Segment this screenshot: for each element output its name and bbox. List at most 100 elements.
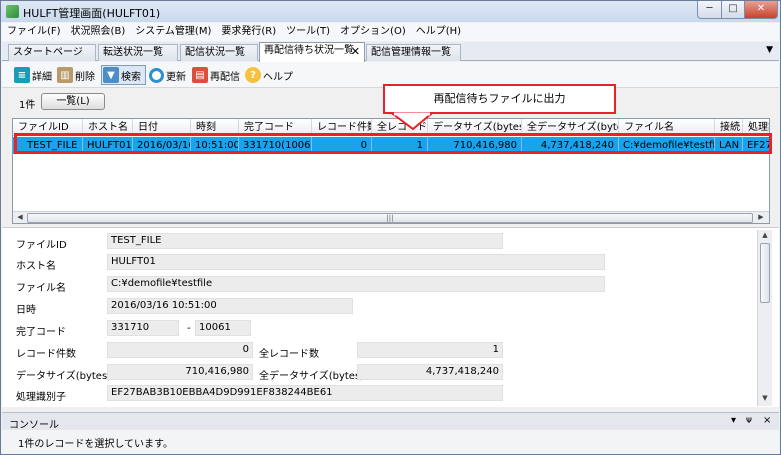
tab-label: スタートページ — [13, 47, 83, 58]
maximize-button[interactable]: □ — [721, 1, 745, 19]
col-data-size[interactable]: データサイズ(bytes) — [428, 119, 522, 136]
close-icon[interactable]: ✕ — [351, 44, 360, 59]
tab-strip: スタートページ 転送状況一覧 配信状況一覧 再配信待ち状況一覧 ✕ 配信管理情報… — [2, 42, 779, 62]
search-button[interactable]: ▼ 検索 — [101, 65, 146, 85]
data-size-label: データサイズ(bytes) — [16, 371, 112, 382]
col-file-id[interactable]: ファイルID — [13, 119, 83, 136]
menu-file[interactable]: ファイル(F) — [2, 23, 66, 41]
resend-button[interactable]: ▤ 再配信 — [192, 65, 240, 85]
tab-start-page[interactable]: スタートページ — [8, 44, 96, 61]
filter-icon: ▼ — [103, 67, 119, 83]
console-close-icon[interactable]: × — [763, 415, 771, 426]
grid-header: ファイルID ホスト名 日付 時刻 完了コード レコード件数 全レコード数 デー… — [13, 119, 769, 136]
code-separator: - — [187, 323, 191, 334]
proc-id-field: EF27BAB3B10EBBA4D9D991EF838244BE61 — [107, 385, 503, 401]
cell-records: 0 — [312, 137, 372, 154]
menu-options[interactable]: オプション(O) — [335, 23, 411, 41]
cell-total-data-size: 4,737,418,240 — [522, 137, 619, 154]
console-pin-icon[interactable]: ▾ — [731, 415, 736, 426]
col-total-records[interactable]: 全レコード数 — [372, 119, 428, 136]
col-code[interactable]: 完了コード — [239, 119, 312, 136]
app-icon — [6, 5, 19, 18]
grid-horizontal-scrollbar[interactable]: ◀ ||| ▶ — [13, 211, 769, 223]
refresh-icon — [149, 67, 164, 83]
help-button[interactable]: ? ヘルプ — [245, 65, 293, 85]
detail-button[interactable]: ≡ 詳細 — [14, 65, 52, 85]
total-data-size-field: 4,737,418,240 — [357, 364, 503, 380]
help-icon: ? — [245, 67, 261, 83]
record-count: 1件 — [19, 100, 36, 111]
col-file-name[interactable]: ファイル名 — [619, 119, 715, 136]
cell-file-id: TEST_FILE — [13, 137, 83, 154]
tab-label: 転送状況一覧 — [103, 47, 163, 58]
scroll-left-icon[interactable]: ◀ — [14, 212, 26, 223]
minimize-button[interactable]: ─ — [697, 1, 722, 19]
menu-status[interactable]: 状況照会(B) — [66, 23, 131, 41]
scroll-up-icon[interactable]: ▲ — [758, 231, 772, 242]
menu-tools[interactable]: ツール(T) — [281, 23, 335, 41]
search-label: 検索 — [121, 71, 141, 83]
console-header: コンソール ▾ ᴪ × — [2, 412, 779, 431]
cell-date: 2016/03/16 — [133, 137, 191, 154]
record-grid[interactable]: ファイルID ホスト名 日付 時刻 完了コード レコード件数 全レコード数 デー… — [12, 118, 770, 224]
total-records-field: 1 — [357, 342, 503, 358]
tab-label: 配信状況一覧 — [185, 47, 245, 58]
col-connection[interactable]: 接続 — [715, 119, 743, 136]
tab-label: 再配信待ち状況一覧 — [264, 45, 354, 56]
datetime-label: 日時 — [16, 305, 36, 316]
total-records-label: 全レコード数 — [259, 349, 319, 360]
cell-code: 331710(10061) — [239, 137, 312, 154]
cell-total-records: 1 — [372, 137, 428, 154]
cell-data-size: 710,416,980 — [428, 137, 522, 154]
col-date[interactable]: 日付 — [133, 119, 191, 136]
proc-id-label: 処理識別子 — [16, 392, 66, 403]
scroll-down-icon[interactable]: ▼ — [758, 394, 772, 405]
annotation-callout: 再配信待ちファイルに出力 — [383, 84, 616, 114]
menu-request[interactable]: 要求発行(R) — [216, 23, 281, 41]
detail-label: 詳細 — [32, 71, 52, 83]
cell-proc-id: EF27B — [747, 140, 769, 151]
delete-button[interactable]: ▥ 削除 — [57, 65, 95, 85]
records-label: レコード件数 — [16, 349, 76, 360]
col-total-data-size[interactable]: 全データサイズ(bytes) — [522, 119, 619, 136]
menu-help[interactable]: ヘルプ(H) — [411, 23, 466, 41]
cell-connection: LAN — [715, 137, 743, 154]
filename-label: ファイル名 — [16, 283, 66, 294]
status-text: 1件のレコードを選択しています。 — [18, 439, 174, 450]
scroll-thumb[interactable] — [760, 243, 770, 303]
code-label: 完了コード — [16, 327, 66, 338]
file-id-field: TEST_FILE — [107, 233, 503, 249]
tab-list-icon[interactable]: ▼ — [766, 45, 773, 55]
main-window: HULFT管理画面(HULFT01) ─ □ ✕ ファイル(F) 状況照会(B)… — [0, 0, 781, 455]
tab-transfer-status[interactable]: 転送状況一覧 — [98, 44, 178, 61]
host-label: ホスト名 — [16, 261, 56, 272]
status-area: 1件のレコードを選択しています。 — [2, 430, 779, 454]
tab-send-mgmt[interactable]: 配信管理情報一覧 — [366, 44, 461, 61]
resend-label: 再配信 — [210, 71, 240, 83]
detail-icon: ≡ — [14, 67, 30, 83]
list-button[interactable]: 一覧(L) — [41, 93, 105, 110]
detail-code-field: 10061 — [195, 320, 251, 336]
tab-send-status[interactable]: 配信状況一覧 — [180, 44, 258, 61]
code-field: 331710 — [107, 320, 179, 336]
refresh-button[interactable]: 更新 — [149, 65, 186, 85]
col-host[interactable]: ホスト名 — [83, 119, 133, 136]
console-dock-icon[interactable]: ᴪ — [746, 415, 752, 426]
data-size-field: 710,416,980 — [107, 364, 253, 380]
filename-field: C:¥demofile¥testfile — [107, 276, 605, 292]
col-records[interactable]: レコード件数 — [312, 119, 372, 136]
window-title: HULFT管理画面(HULFT01) — [23, 7, 161, 20]
col-proc-id[interactable]: 処理識 — [743, 119, 769, 136]
scroll-thumb[interactable]: ||| — [27, 213, 753, 223]
detail-panel: ファイルID TEST_FILE ホスト名 HULFT01 ファイル名 C:¥d… — [2, 227, 779, 407]
menu-system[interactable]: システム管理(M) — [130, 23, 216, 41]
tab-resend-wait[interactable]: 再配信待ち状況一覧 ✕ — [259, 42, 365, 62]
cell-host: HULFT01 — [83, 137, 133, 154]
detail-vertical-scrollbar[interactable]: ▲ ▼ — [757, 230, 772, 406]
col-time[interactable]: 時刻 — [191, 119, 239, 136]
table-row[interactable]: TEST_FILE HULFT01 2016/03/16 10:51:00 33… — [13, 137, 769, 154]
close-button[interactable]: ✕ — [744, 1, 778, 19]
datetime-field: 2016/03/16 10:51:00 — [107, 298, 353, 314]
scroll-right-icon[interactable]: ▶ — [755, 212, 767, 223]
tab-label: 配信管理情報一覧 — [371, 47, 451, 58]
